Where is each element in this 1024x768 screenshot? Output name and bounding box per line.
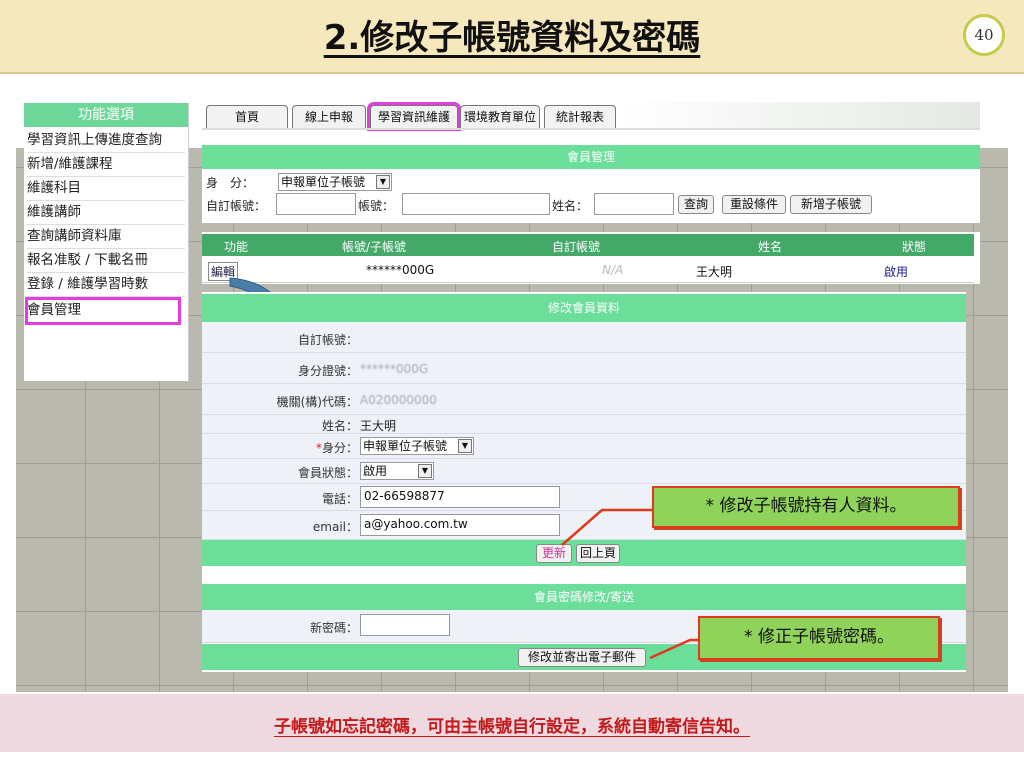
callout-line-edit	[561, 508, 652, 546]
callout-edit-info: * 修改子帳號持有人資料。	[652, 486, 960, 528]
callout-line-password	[649, 638, 700, 660]
footer-note: 子帳號如忘記密碼，可由主帳號自行設定，系統自動寄信告知。	[274, 717, 750, 737]
callout-change-password: * 修正子帳號密碼。	[698, 616, 940, 660]
